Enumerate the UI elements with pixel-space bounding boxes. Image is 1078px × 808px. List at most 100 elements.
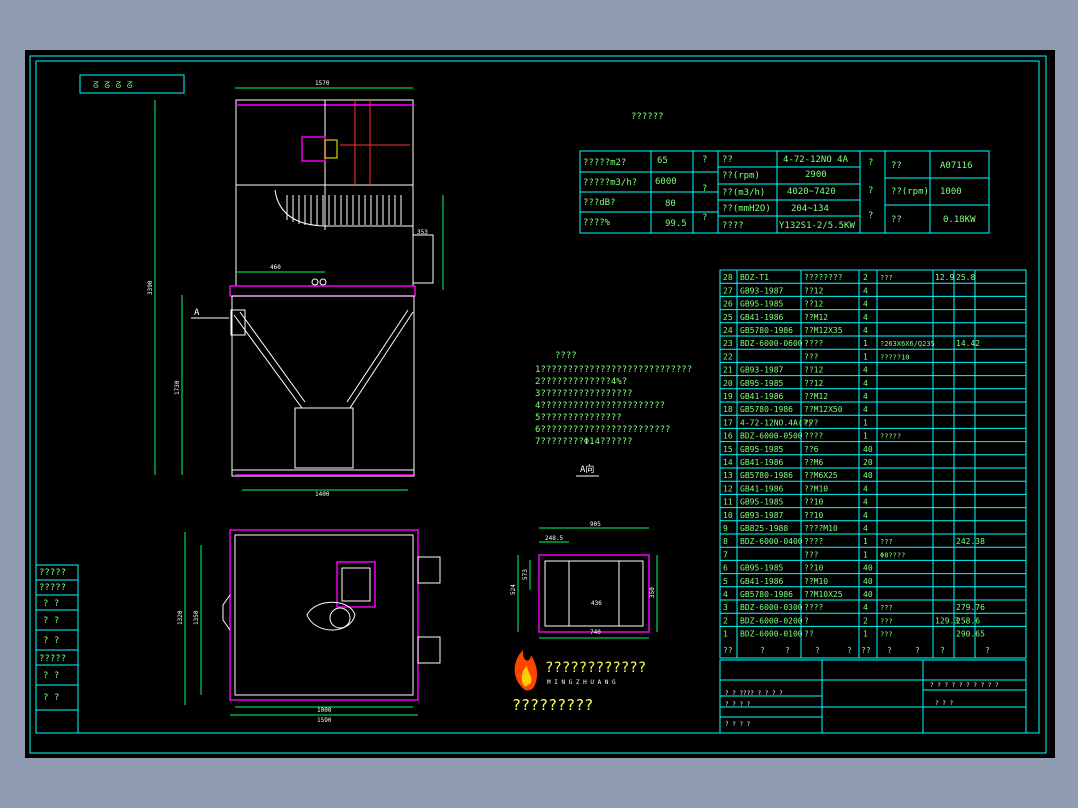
bom-cell-name: ???? <box>804 339 823 348</box>
bom-cell-no: 10 <box>723 511 733 520</box>
spec-value-2: 6000 <box>655 177 677 187</box>
bom-cell-no: 27 <box>723 286 733 295</box>
bom-cell-name: ??M10 <box>804 484 828 493</box>
plan-view: 1320 1350 1590 1000 <box>177 529 441 724</box>
company-slogan: ????????? <box>512 696 593 714</box>
bom-cell-name: ??12 <box>804 366 823 375</box>
spec-label-4: ????% <box>583 218 611 228</box>
top-symbols: ᘔ ᘔ ᘔ ᘔ <box>93 81 133 91</box>
spec-value-3: 80 <box>665 199 676 209</box>
fan-value-3: 4020~7420 <box>787 187 836 197</box>
motor-value-2: 1000 <box>940 187 962 197</box>
bom-cell-no: 13 <box>723 471 733 480</box>
bom-cell-name: ??12 <box>804 300 823 309</box>
bom-cell-mat: ?263X6X6/Q235 <box>880 340 935 348</box>
bom-cell-no: 25 <box>723 313 733 322</box>
dim-small-h2: 573 <box>522 569 529 580</box>
motor-label-1: ?? <box>891 161 902 171</box>
fan-label-2: ??(rpm) <box>722 171 760 181</box>
bom-cell-code: BDZ-6000-0100 <box>740 630 803 639</box>
bom-cell-w2: 290.65 <box>956 630 985 639</box>
front-elevation: 1570 3390 1730 A 353 460 1400 <box>147 80 444 498</box>
cad-viewport[interactable]: ᘔ ᘔ ᘔ ᘔ 1570 3390 1730 A 353 460 1400 13… <box>25 50 1055 758</box>
bom-header-cell: ? <box>940 646 945 655</box>
note-4: 4??????????????????????? <box>535 401 665 411</box>
bom-cell-no: 8 <box>723 537 728 546</box>
bom-cell-qty: 1 <box>863 352 868 361</box>
bom-header-cell: ? <box>815 646 820 655</box>
dim-left-height: 3390 <box>147 280 154 295</box>
bom-cell-code: 4-72-12NO.4A(?) <box>740 418 812 427</box>
bom-cell-qty: 1 <box>863 537 868 546</box>
spec-table: ?????m2? 65 ?????m3/h? 6000 ???dB? 80 ??… <box>579 150 990 234</box>
company-logo: ???????????? M I N G Z H U A N G ???????… <box>512 650 646 714</box>
bom-cell-code: GB95-1985 <box>740 564 784 573</box>
bom-cell-no: 16 <box>723 432 733 441</box>
bom-cell-name: ??M12X50 <box>804 405 843 414</box>
bom-cell-qty: 40 <box>863 564 873 573</box>
bom-cell-no: 26 <box>723 300 733 309</box>
dim-plan-width: 1590 <box>317 717 332 724</box>
bom-cell-code: GB5780-1986 <box>740 405 793 414</box>
spec-value-1: 65 <box>657 156 668 166</box>
dim-top-width: 1570 <box>315 80 330 87</box>
bom-cell-qty: 4 <box>863 300 868 309</box>
bom-cell-code: BDZ-6000-0400 <box>740 537 803 546</box>
bom-cell-name: ??M12X35 <box>804 326 843 335</box>
note-6: 6???????????????????????? <box>535 425 670 435</box>
note-5: 5??????????????? <box>535 413 622 423</box>
dim-small-w2: 740 <box>590 629 601 636</box>
title-block: ? ? ???? ? ? ? ? ? ? ? ? ? ? ? ? ? ? ? ?… <box>719 659 1027 734</box>
dim-plan-height-2: 1350 <box>193 610 200 625</box>
fan-label-1: ?? <box>722 155 733 165</box>
bom-cell-name: ??12 <box>804 379 823 388</box>
motor-marker-3: ? <box>868 211 873 221</box>
bom-cell-qty: 4 <box>863 498 868 507</box>
bom-cell-name: ??M12 <box>804 392 828 401</box>
left-stamp: ????? ????? ? ? ? ? ? ? ????? ? ? ? ? <box>35 564 79 734</box>
bom-header-cell: ?? <box>723 646 733 655</box>
bom-cell-mat: ?????10 <box>880 353 910 361</box>
note-7: 7????????Φ14?????? <box>535 437 633 447</box>
bom-cell-qty: 20 <box>863 458 873 467</box>
note-1: 1???????????????????????????? <box>535 365 692 375</box>
dim-plan-inner: 1000 <box>317 707 332 714</box>
bom-cell-code: GB41-1986 <box>740 313 784 322</box>
bom-cell-name: ? <box>804 616 809 625</box>
stamp-4: ? ? <box>43 616 59 626</box>
fan-label-4: ??(mmH2O) <box>722 204 771 214</box>
motor-value-3: 0.18KW <box>943 215 976 225</box>
bom-cell-no: 4 <box>723 590 728 599</box>
bom-cell-w2: 279.76 <box>956 603 985 612</box>
fan-label-3: ??(m3/h) <box>722 188 765 198</box>
bom-cell-name: ????M10 <box>804 524 838 533</box>
bom-cell-qty: 40 <box>863 445 873 454</box>
view-label: A向 <box>580 463 594 475</box>
bom-cell-code: GB95-1985 <box>740 300 784 309</box>
motor-label-2: ??(rpm) <box>891 187 929 197</box>
stamp-2: ????? <box>39 583 66 593</box>
company-subtitle: M I N G Z H U A N G <box>547 679 616 686</box>
bom-cell-w1: 12.9 <box>935 273 954 282</box>
dim-small-width: 905 <box>590 521 601 528</box>
fan-value-1: 4-72-12NO 4A <box>783 155 849 165</box>
bom-cell-name: ?? <box>804 630 814 639</box>
bom-cell-code: GB41-1986 <box>740 484 784 493</box>
bom-cell-no: 6 <box>723 564 728 573</box>
stamp-7: ? ? <box>43 671 59 681</box>
motor-value-1: A07116 <box>940 161 973 171</box>
company-name: ???????????? <box>545 660 646 676</box>
bom-cell-name: ??12 <box>804 286 823 295</box>
bom-cell-name: ??10 <box>804 498 823 507</box>
bom-cell-no: 18 <box>723 405 733 414</box>
bom-header-cell: ? <box>760 646 765 655</box>
fan-value-2: 2900 <box>805 170 827 180</box>
motor-marker-2: ? <box>868 186 873 196</box>
stamp-6: ????? <box>39 654 66 664</box>
bom-cell-name: ??M6X25 <box>804 471 838 480</box>
bom-cell-qty: 1 <box>863 339 868 348</box>
bom-cell-no: 11 <box>723 498 733 507</box>
stamp-8: ? ? <box>43 693 59 703</box>
bom-cell-mat: ??? <box>880 604 893 612</box>
spec-label-1: ?????m2? <box>583 158 626 168</box>
